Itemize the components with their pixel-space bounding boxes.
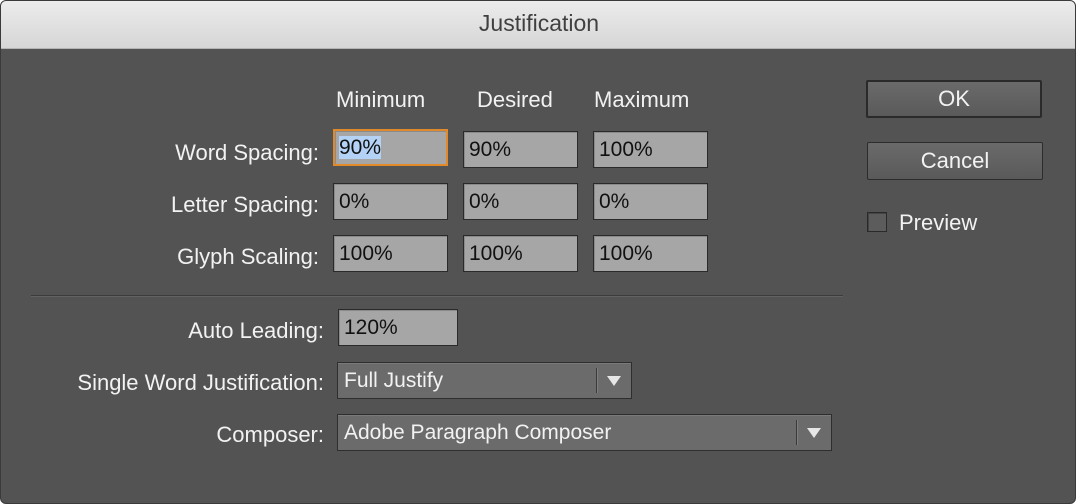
- preview-checkbox[interactable]: [867, 212, 887, 232]
- composer-label: Composer:: [216, 422, 324, 447]
- chevron-down-icon: [607, 376, 621, 386]
- word-spacing-minimum-value: 90%: [339, 136, 382, 159]
- justification-dialog: Justification Minimum Desired Maximum Wo…: [0, 0, 1076, 504]
- ok-button[interactable]: OK: [866, 80, 1042, 118]
- column-header-desired: Desired: [477, 87, 553, 112]
- section-divider: [31, 295, 843, 297]
- single-word-justification-dropdown[interactable]: Full Justify: [337, 362, 632, 399]
- glyph-scaling-minimum-field[interactable]: 100%: [333, 235, 448, 272]
- auto-leading-label: Auto Leading:: [188, 318, 324, 343]
- glyph-scaling-maximum-field[interactable]: 100%: [593, 235, 708, 272]
- title-bar[interactable]: Justification: [1, 1, 1075, 49]
- column-header-maximum: Maximum: [594, 87, 690, 112]
- letter-spacing-label: Letter Spacing:: [171, 192, 319, 217]
- glyph-scaling-label: Glyph Scaling:: [177, 244, 319, 269]
- letter-spacing-minimum-field[interactable]: 0%: [333, 183, 448, 220]
- word-spacing-label: Word Spacing:: [175, 140, 319, 165]
- preview-label[interactable]: Preview: [899, 210, 977, 236]
- glyph-scaling-desired-field[interactable]: 100%: [463, 235, 578, 272]
- dropdown-separator: [796, 420, 798, 445]
- single-word-justification-label: Single Word Justification:: [77, 370, 324, 395]
- single-word-justification-value: Full Justify: [344, 369, 444, 392]
- letter-spacing-desired-field[interactable]: 0%: [463, 183, 578, 220]
- dropdown-separator: [596, 368, 598, 393]
- cancel-button[interactable]: Cancel: [867, 142, 1043, 180]
- word-spacing-maximum-field[interactable]: 100%: [593, 131, 708, 168]
- auto-leading-field[interactable]: 120%: [338, 309, 458, 346]
- chevron-down-icon: [807, 428, 821, 438]
- letter-spacing-maximum-field[interactable]: 0%: [593, 183, 708, 220]
- column-header-minimum: Minimum: [336, 87, 426, 112]
- word-spacing-desired-field[interactable]: 90%: [463, 131, 578, 168]
- composer-dropdown[interactable]: Adobe Paragraph Composer: [337, 414, 832, 451]
- word-spacing-minimum-field[interactable]: 90%: [333, 129, 448, 166]
- dialog-title: Justification: [478, 10, 600, 36]
- composer-value: Adobe Paragraph Composer: [344, 421, 612, 444]
